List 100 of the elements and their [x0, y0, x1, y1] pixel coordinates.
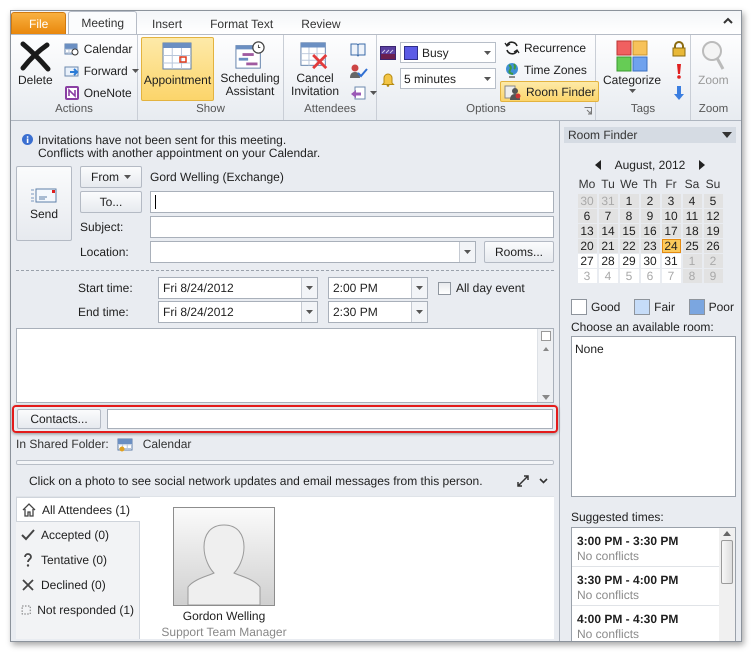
collapse-pane-button[interactable] — [537, 476, 550, 486]
calendar-day[interactable]: 20 — [578, 239, 596, 253]
calendar-day[interactable]: 3 — [662, 194, 680, 208]
attendee-filter[interactable]: Declined (0) — [16, 572, 139, 597]
calendar-day[interactable]: 18 — [682, 224, 702, 238]
calendar-day[interactable]: 21 — [598, 239, 618, 253]
from-value: Gord Welling (Exchange) — [150, 169, 285, 186]
calendar-day[interactable]: 17 — [662, 224, 680, 238]
caret-icon — [416, 310, 423, 314]
calendar-day[interactable]: 25 — [682, 239, 702, 253]
house-icon — [22, 502, 36, 516]
calendar-day[interactable]: 5 — [704, 194, 722, 208]
group-label: Options — [380, 103, 592, 120]
calendar-day[interactable]: 29 — [620, 254, 638, 268]
time-dropdown[interactable]: 2:30 PM — [328, 301, 428, 323]
room-finder-button[interactable]: Room Finder — [500, 81, 600, 102]
calendar-day[interactable]: 8 — [620, 209, 638, 223]
magnifier-icon — [700, 40, 726, 72]
dropdown-icon[interactable] — [722, 132, 732, 138]
date-dropdown[interactable]: Fri 8/24/2012 — [158, 301, 318, 323]
bell-icon — [380, 70, 396, 86]
scheduling-assistant-button[interactable]: Scheduling Assistant — [217, 37, 283, 101]
caret-icon — [132, 68, 139, 72]
send-button[interactable]: Send — [16, 166, 72, 241]
caret-icon — [416, 286, 423, 290]
expand-button[interactable] — [515, 472, 531, 488]
calendar-day[interactable]: 27 — [578, 254, 596, 268]
calendar-day[interactable]: 1 — [620, 194, 638, 208]
attendee-filter[interactable]: Tentative (0) — [16, 547, 139, 572]
calendar-day[interactable]: 9 — [640, 209, 660, 223]
contacts-field[interactable] — [107, 409, 553, 429]
delete-button[interactable]: Delete — [14, 37, 57, 101]
scroll-up-icon[interactable] — [723, 531, 731, 536]
recurrence-button[interactable]: Recurrence — [500, 37, 600, 58]
categorize-button[interactable]: Categorize — [599, 37, 666, 101]
all-day-label: All day event — [456, 281, 525, 295]
scrollbar[interactable] — [537, 329, 553, 402]
calendar-day[interactable]: 4 — [682, 194, 702, 208]
date-dropdown[interactable]: Fri 8/24/2012 — [158, 277, 318, 299]
attendee-filter[interactable]: Accepted (0) — [16, 522, 139, 547]
rooms-button[interactable]: Rooms... — [484, 241, 554, 263]
ribbon-tab[interactable]: Format Text — [197, 12, 286, 34]
calendar-day[interactable]: 12 — [704, 209, 722, 223]
calendar-day[interactable]: 23 — [640, 239, 660, 253]
next-month-button[interactable] — [699, 160, 706, 170]
weekday-label: Sa — [684, 177, 700, 193]
calendar-day[interactable]: 31 — [662, 254, 680, 268]
envelope-arrow-icon — [350, 84, 366, 100]
time-dropdown[interactable]: 2:00 PM — [328, 277, 428, 299]
calendar-day[interactable]: 15 — [620, 224, 638, 238]
shared-folder-label: In Shared Folder: — [16, 437, 109, 451]
calendar-day[interactable]: 24 — [662, 239, 680, 253]
from-button[interactable]: From — [80, 166, 142, 188]
globe-icon — [504, 62, 520, 78]
cancel-invitation-button[interactable]: Cancel Invitation — [287, 37, 344, 101]
person-check-icon — [350, 62, 368, 78]
scrollbar[interactable] — [719, 528, 735, 641]
time-zones-button[interactable]: Time Zones — [500, 59, 600, 80]
person-silhouette[interactable] — [173, 507, 275, 606]
shared-folder-value: Calendar — [142, 437, 192, 451]
suggested-time: 3:00 PM - 3:30 PM — [577, 534, 680, 548]
to-field[interactable] — [150, 191, 554, 213]
attendee-filter[interactable]: Not responded (1) — [16, 597, 139, 622]
attendee-filter[interactable]: All Attendees (1) — [16, 497, 140, 522]
calendar-day[interactable]: 10 — [662, 209, 680, 223]
info-icon — [22, 134, 33, 145]
appointment-button[interactable]: Appointment — [141, 37, 214, 101]
calendar-day[interactable]: 6 — [578, 209, 596, 223]
ribbon-tab[interactable]: Review — [288, 12, 354, 34]
room-item[interactable]: None — [575, 342, 732, 356]
conflict-status: No conflicts — [577, 588, 640, 602]
subject-field[interactable] — [150, 216, 554, 238]
dialog-launcher-icon[interactable] — [584, 107, 592, 115]
calendar-day[interactable]: 13 — [578, 224, 596, 238]
collapse-ribbon-button[interactable] — [723, 17, 733, 24]
calendar-day[interactable]: 22 — [620, 239, 638, 253]
ribbon-tab[interactable]: Meeting — [68, 11, 138, 34]
calendar-day[interactable]: 16 — [640, 224, 660, 238]
show-as-dropdown[interactable]: Busy — [400, 42, 496, 63]
suggested-times-label: Suggested times: — [571, 510, 665, 524]
calendar-day[interactable]: 19 — [704, 224, 722, 238]
prev-month-button[interactable] — [594, 160, 601, 170]
location-field[interactable] — [150, 241, 476, 263]
contacts-button[interactable]: Contacts... — [17, 409, 101, 429]
calendar-day[interactable]: 7 — [598, 209, 618, 223]
calendar-day[interactable]: 28 — [598, 254, 618, 268]
ribbon-tab[interactable]: Insert — [139, 12, 196, 34]
envelope-icon — [31, 186, 57, 202]
all-day-checkbox[interactable] — [438, 282, 451, 294]
scroll-down-icon[interactable] — [542, 395, 550, 400]
message-body-field[interactable] — [16, 328, 554, 403]
to-button[interactable]: To... — [80, 191, 142, 213]
person-title: Support Team Manager — [161, 625, 287, 639]
reminder-dropdown[interactable]: 5 minutes — [400, 68, 496, 89]
info-message: Conflicts with another appointment on your Calendar. — [38, 147, 320, 160]
calendar-day[interactable]: 11 — [682, 209, 702, 223]
calendar-day[interactable]: 26 — [704, 239, 722, 253]
calendar-day[interactable]: 14 — [598, 224, 618, 238]
calendar-day[interactable]: 30 — [640, 254, 660, 268]
calendar-day[interactable]: 2 — [640, 194, 660, 208]
